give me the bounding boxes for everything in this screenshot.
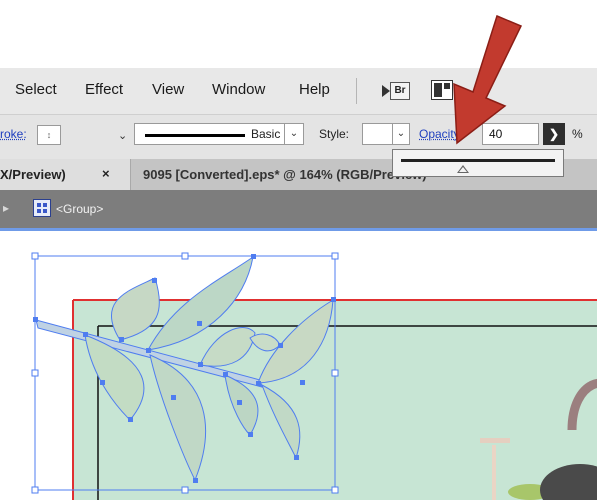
opacity-popup-button[interactable]: ❯ — [543, 123, 565, 145]
bridge-arrow-icon — [382, 85, 390, 97]
artboard-canvas[interactable] — [0, 231, 597, 500]
menu-select[interactable]: Select — [15, 81, 57, 98]
menu-view[interactable]: View — [152, 81, 184, 98]
stand-pole — [492, 445, 496, 500]
canvas-artwork — [31, 252, 597, 500]
stroke-preview-line — [145, 134, 245, 137]
stand-top — [480, 438, 510, 443]
graphic-style-select[interactable]: ⌄ — [362, 123, 410, 145]
close-icon[interactable]: × — [102, 166, 110, 181]
group-label: <Group> — [56, 202, 104, 216]
isolation-mode-bar: ▸ <Group> — [0, 190, 597, 228]
menu-separator — [356, 78, 357, 104]
chevron-down-icon[interactable]: ⌄ — [284, 124, 303, 144]
group-icon — [33, 199, 51, 217]
stroke-profile-label: Basic — [251, 127, 281, 141]
tab-label: X/Preview) — [0, 167, 66, 182]
stroke-label[interactable]: roke: — [0, 127, 27, 141]
bridge-icon[interactable]: Br — [378, 79, 412, 103]
document-tab-1[interactable]: X/Preview) × — [0, 159, 131, 190]
stroke-weight-dropdown-icon[interactable]: ⌄ — [118, 129, 127, 142]
menu-help[interactable]: Help — [299, 81, 330, 98]
annotation-arrow-icon — [453, 14, 523, 145]
opacity-slider-thumb[interactable] — [456, 165, 469, 173]
annotation-arrow-shape — [453, 14, 523, 145]
stroke-profile-select[interactable]: Basic ⌄ — [134, 123, 304, 145]
stroke-weight-spinner[interactable]: ↕ — [37, 125, 61, 145]
back-arrow-icon[interactable]: ▸ — [3, 201, 9, 215]
style-label: Style: — [319, 127, 350, 141]
bridge-label: Br — [390, 82, 410, 100]
tab-label: 9095 [Converted].eps* @ 164% (RGB/Previe… — [143, 167, 427, 182]
menu-window[interactable]: Window — [212, 81, 265, 98]
percent-label: % — [572, 127, 583, 141]
chevron-down-icon[interactable]: ⌄ — [392, 124, 409, 144]
menu-effect[interactable]: Effect — [85, 81, 123, 98]
